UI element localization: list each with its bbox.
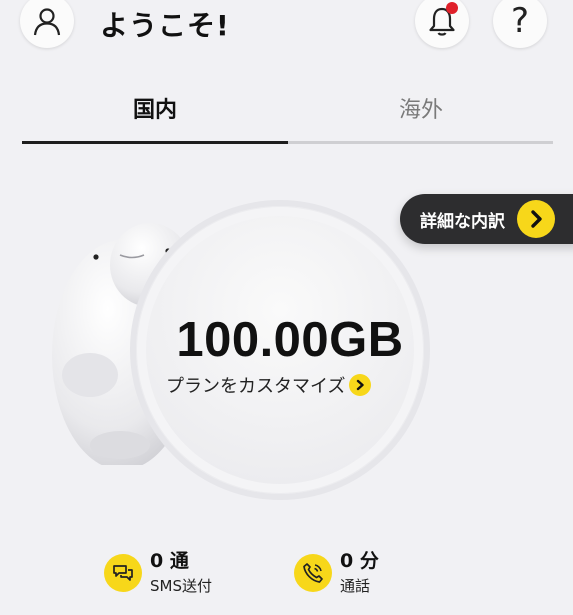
- chevron-right-icon: [349, 374, 372, 396]
- chevron-right-icon: [517, 200, 555, 238]
- tab-overseas-underline: [288, 141, 553, 144]
- sms-usage: 0 通 SMS送付: [104, 548, 212, 598]
- help-icon: ?: [510, 1, 530, 41]
- customize-plan-link[interactable]: プランをカスタマイズ: [166, 372, 372, 398]
- tab-domestic-underline: [22, 141, 288, 144]
- welcome-title: ようこそ!: [100, 9, 230, 42]
- call-minutes: 0 分: [340, 550, 379, 572]
- sms-chat-icon: [104, 554, 142, 592]
- phone-icon: [294, 554, 332, 592]
- help-button[interactable]: ?: [493, 0, 547, 48]
- profile-button[interactable]: [20, 0, 74, 48]
- data-amount: 100.00GB: [176, 313, 404, 367]
- call-usage: 0 分 通話: [294, 548, 379, 598]
- call-label: 通話: [340, 577, 371, 595]
- detail-breakdown-button[interactable]: 詳細な内訳: [400, 194, 573, 244]
- tab-domestic-label: 国内: [132, 98, 177, 123]
- tab-domestic[interactable]: 国内: [22, 78, 288, 144]
- notification-dot: [446, 2, 458, 14]
- header: ようこそ! ?: [0, 0, 573, 50]
- sms-count: 0 通: [150, 550, 189, 572]
- tab-overseas[interactable]: 海外: [288, 78, 554, 144]
- customize-plan-label: プランをカスタマイズ: [166, 376, 346, 397]
- user-icon: [33, 8, 61, 36]
- detail-breakdown-label: 詳細な内訳: [420, 211, 505, 232]
- notifications-button[interactable]: [415, 0, 469, 48]
- sms-label: SMS送付: [150, 577, 212, 595]
- tab-overseas-label: 海外: [398, 98, 443, 123]
- region-tabs: 国内 海外: [22, 78, 553, 144]
